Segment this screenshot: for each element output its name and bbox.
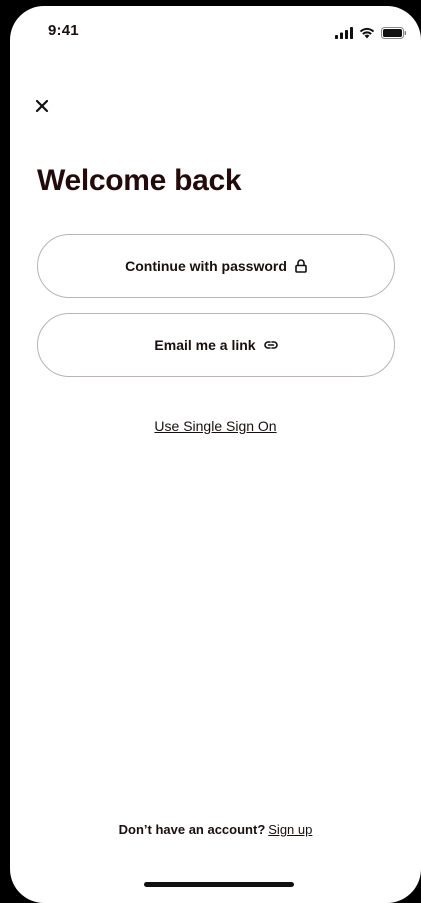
- email-me-a-link-button[interactable]: Email me a link: [37, 313, 395, 377]
- signup-prompt: Don’t have an account?: [118, 822, 266, 837]
- close-icon: [34, 98, 50, 119]
- wifi-icon: [359, 26, 375, 44]
- status-time: 9:41: [48, 22, 79, 39]
- signal-icon: [335, 26, 353, 44]
- status-icons: [335, 26, 407, 44]
- phone-screen: 9:41 Welcome back Continue with password…: [10, 6, 421, 903]
- home-indicator[interactable]: [144, 882, 294, 887]
- sign-up-link[interactable]: Sign up: [268, 822, 312, 837]
- page-title: Welcome back: [37, 164, 242, 197]
- lock-icon: [295, 259, 307, 273]
- email-me-a-link-label: Email me a link: [154, 337, 256, 353]
- single-sign-on-link[interactable]: Use Single Sign On: [10, 418, 421, 434]
- close-button[interactable]: [30, 96, 54, 120]
- link-icon: [263, 340, 278, 350]
- battery-icon: [381, 26, 407, 44]
- continue-with-password-button[interactable]: Continue with password: [37, 234, 395, 298]
- continue-with-password-label: Continue with password: [125, 258, 287, 274]
- signup-row: Don’t have an account? Sign up: [10, 822, 421, 837]
- status-bar: 9:41: [10, 6, 421, 60]
